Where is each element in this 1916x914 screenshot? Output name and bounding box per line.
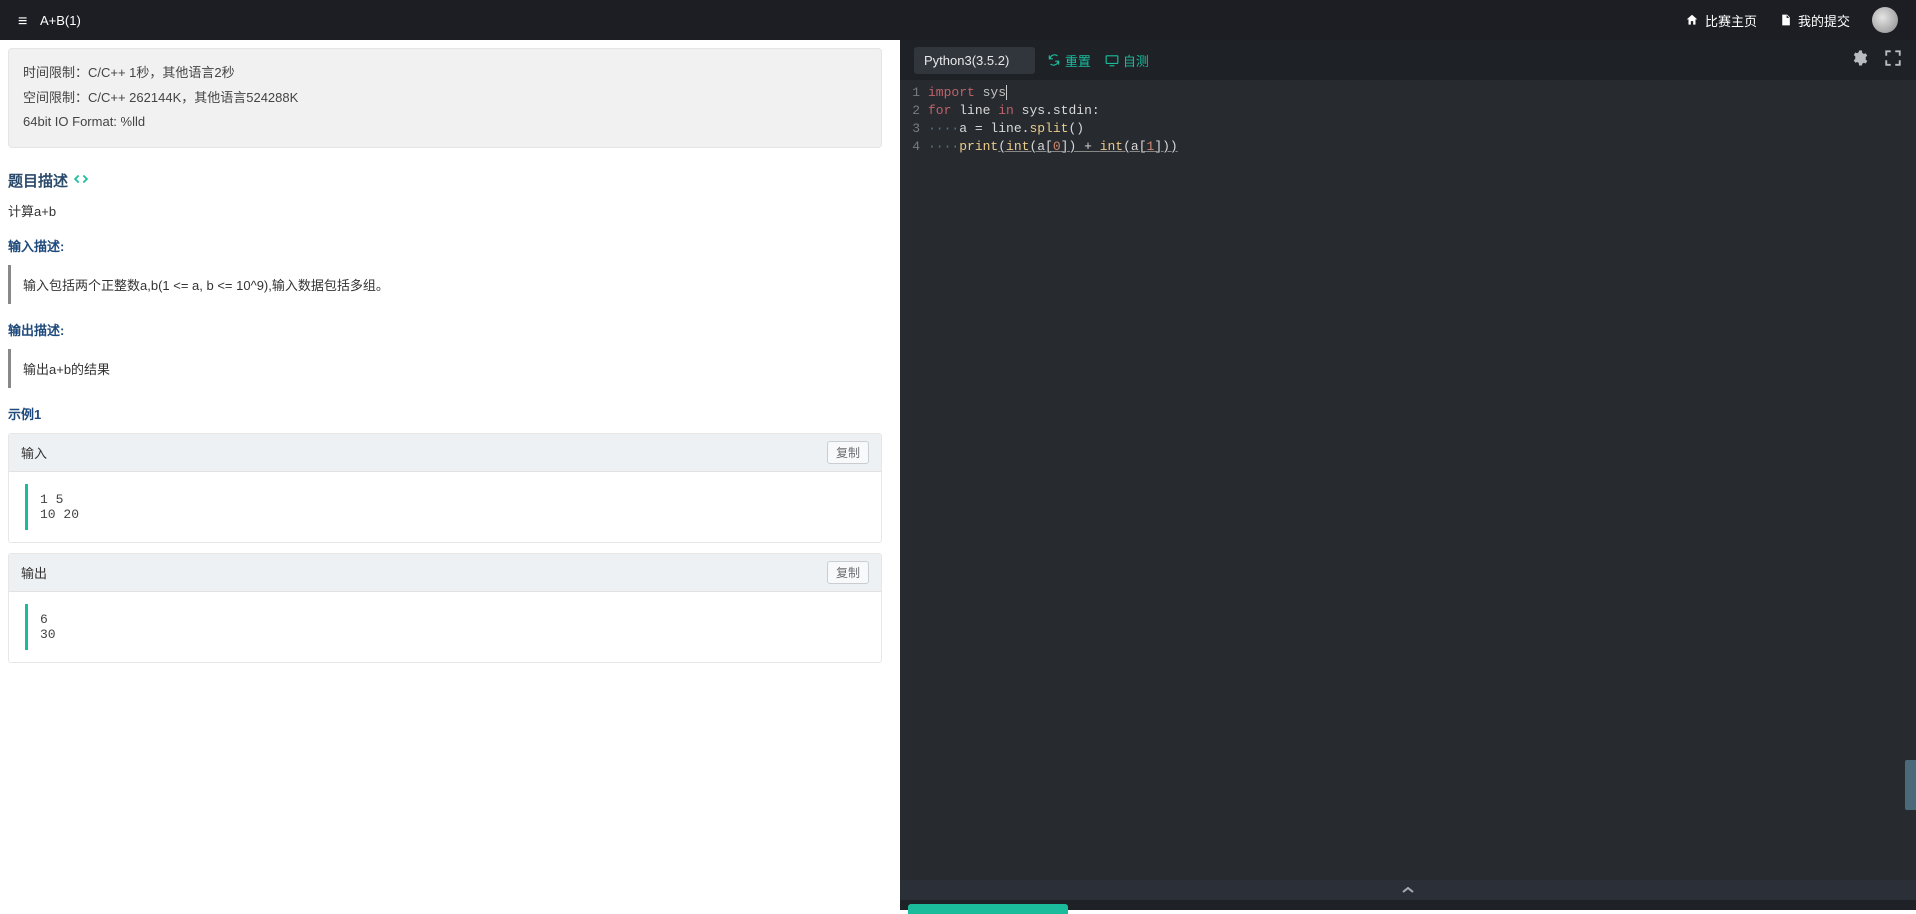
example-input-header: 输入 复制 [9,434,881,472]
example1-title: 示例1 [8,404,882,423]
code-line-4: 4 ····print(int(a[0]) + int(a[1])) [900,138,1916,156]
editor-panel: Python3(3.5.2) ▾ 重置 自测 1 [900,40,1916,910]
problem-panel: 时间限制：C/C++ 1秒，其他语言2秒 空间限制：C/C++ 262144K，… [0,40,900,910]
sample-output: 6 30 [25,604,865,650]
input-label: 输入 [21,443,47,462]
app-header: A+B(1) 比赛主页 我的提交 [0,0,1916,40]
code-line-3: 3 ····a = line.split() [900,120,1916,138]
screen-icon [1105,54,1119,67]
problem-title: A+B(1) [40,13,81,28]
list-icon[interactable] [18,14,32,26]
header-right: 比赛主页 我的提交 [1685,7,1898,33]
fullscreen-icon [1884,49,1902,67]
gear-icon [1850,49,1868,67]
editor-toolbar: Python3(3.5.2) ▾ 重置 自测 [900,40,1916,80]
code-line-1: 1 import sys [900,84,1916,102]
example-input-body: 1 5 10 20 [9,472,881,542]
example-output-header: 输出 复制 [9,554,881,592]
main-split: 时间限制：C/C++ 1秒，其他语言2秒 空间限制：C/C++ 262144K，… [0,40,1916,910]
example-input-block: 输入 复制 1 5 10 20 [8,433,882,543]
language-select[interactable]: Python3(3.5.2) [914,47,1035,74]
copy-output-button[interactable]: 复制 [827,561,869,584]
bottom-expand-handle[interactable] [900,880,1916,900]
submit-button[interactable] [908,904,1068,914]
nav-home-label: 比赛主页 [1705,11,1757,30]
section-description-title: 题目描述 [8,170,882,191]
code-line-2: 2 for line in sys.stdin: [900,102,1916,120]
copy-input-button[interactable]: 复制 [827,441,869,464]
nav-my-submissions[interactable]: 我的提交 [1779,11,1850,30]
settings-button[interactable] [1850,49,1868,72]
refresh-icon [1047,53,1061,67]
toolbar-right [1850,49,1902,72]
right-side-tab[interactable] [1905,760,1916,810]
code-editor[interactable]: 1 import sys 2 for line in sys.stdin: 3 … [900,80,1916,880]
nav-contest-home[interactable]: 比赛主页 [1685,11,1757,30]
nav-submit-label: 我的提交 [1798,11,1850,30]
desc-title-text: 题目描述 [8,170,68,191]
sample-input: 1 5 10 20 [25,484,865,530]
submit-area [900,900,1916,910]
reset-label: 重置 [1065,51,1091,70]
home-icon [1685,13,1699,27]
output-desc-body: 输出a+b的结果 [8,349,882,388]
output-desc-title: 输出描述: [8,320,882,339]
limits-box: 时间限制：C/C++ 1秒，其他语言2秒 空间限制：C/C++ 262144K，… [8,48,882,148]
description-body: 计算a+b [8,201,882,220]
chevron-up-icon [1402,885,1414,895]
limit-io: 64bit IO Format: %lld [23,110,867,135]
avatar[interactable] [1872,7,1898,33]
example-output-body: 6 30 [9,592,881,662]
selftest-button[interactable]: 自测 [1105,51,1149,70]
input-desc-title: 输入描述: [8,236,882,255]
limit-time: 时间限制：C/C++ 1秒，其他语言2秒 [23,61,867,86]
code-icon[interactable] [74,173,88,188]
language-label: Python3(3.5.2) [924,53,1009,68]
output-label: 输出 [21,563,47,582]
limit-space: 空间限制：C/C++ 262144K，其他语言524288K [23,86,867,111]
selftest-label: 自测 [1123,51,1149,70]
reset-button[interactable]: 重置 [1047,51,1091,70]
input-desc-body: 输入包括两个正整数a,b(1 <= a, b <= 10^9),输入数据包括多组… [8,265,882,304]
header-left: A+B(1) [18,13,81,28]
doc-icon [1779,13,1792,27]
example-output-block: 输出 复制 6 30 [8,553,882,663]
fullscreen-button[interactable] [1884,49,1902,72]
